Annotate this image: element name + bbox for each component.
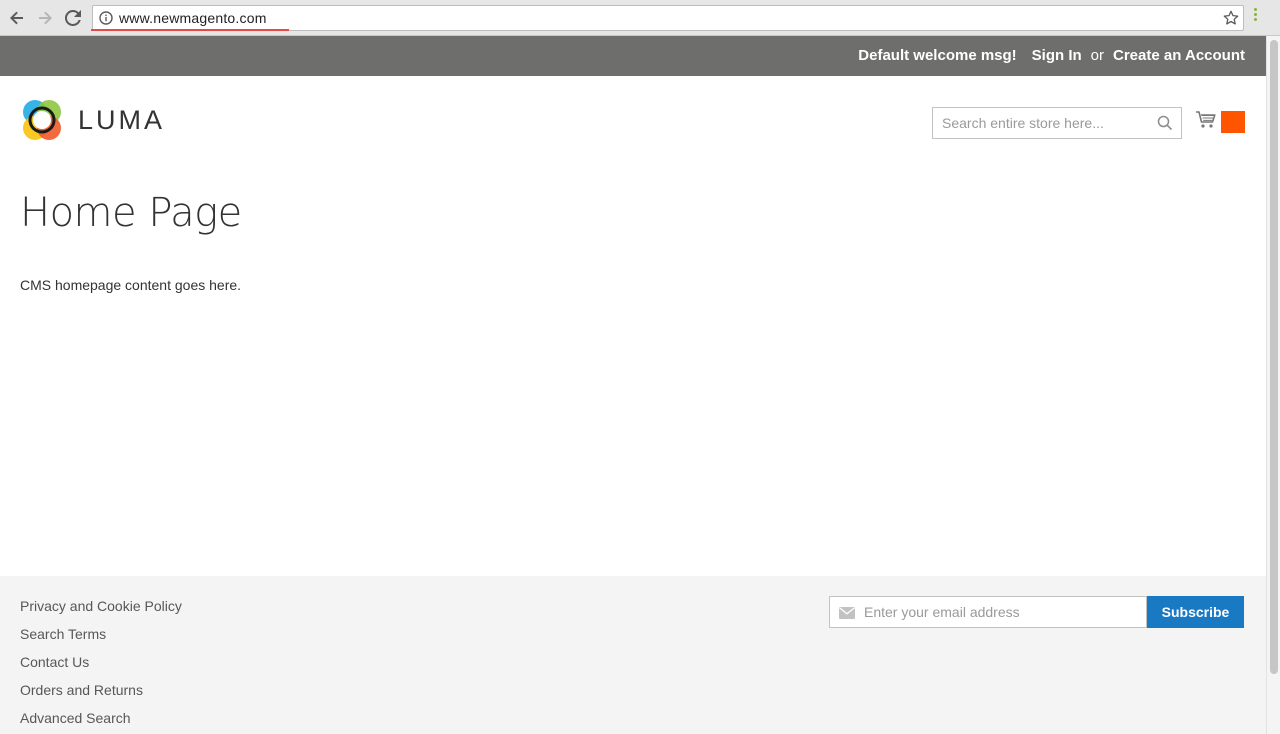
footer-link-privacy[interactable]: Privacy and Cookie Policy [20, 598, 182, 626]
back-arrow-icon [10, 11, 23, 25]
address-bar[interactable]: www.newmagento.com [91, 5, 1244, 31]
back-button[interactable] [5, 6, 29, 30]
or-separator: or [1090, 47, 1105, 64]
info-icon[interactable] [99, 11, 113, 25]
footer-link-advanced-search[interactable]: Advanced Search [20, 710, 182, 734]
subscribe-button[interactable]: Subscribe [1147, 596, 1244, 628]
star-icon[interactable] [1223, 10, 1239, 26]
reload-button[interactable] [61, 6, 85, 30]
search-box [932, 107, 1182, 139]
search-icon[interactable] [1157, 115, 1173, 131]
forward-button[interactable] [33, 6, 57, 30]
envelope-icon [839, 607, 855, 619]
shopping-cart-icon[interactable] [1195, 109, 1217, 131]
cms-content: CMS homepage content goes here. [20, 277, 242, 293]
footer-link-orders-returns[interactable]: Orders and Returns [20, 682, 182, 710]
page-title: Home Page [20, 190, 242, 236]
page-footer: Privacy and Cookie Policy Search Terms C… [0, 576, 1266, 734]
newsletter-email-input[interactable] [864, 597, 1144, 627]
url-text[interactable]: www.newmagento.com [119, 10, 267, 26]
luma-logo-icon [23, 100, 61, 140]
create-account-link[interactable]: Create an Account [1113, 47, 1245, 64]
scrollbar-thumb[interactable] [1270, 40, 1278, 674]
footer-link-search-terms[interactable]: Search Terms [20, 626, 182, 654]
cart-counter-badge[interactable] [1221, 111, 1245, 133]
header-links: Default welcome msg! Sign In or Create a… [858, 47, 1245, 64]
sign-in-link[interactable]: Sign In [1032, 47, 1082, 64]
menu-kebab-icon[interactable] [1252, 8, 1258, 28]
footer-link-contact[interactable]: Contact Us [20, 654, 182, 682]
footer-links: Privacy and Cookie Policy Search Terms C… [20, 598, 182, 734]
forward-arrow-icon [39, 11, 52, 25]
url-underline [91, 29, 289, 31]
newsletter-field [829, 596, 1147, 628]
vertical-scrollbar[interactable] [1266, 36, 1280, 734]
welcome-message: Default welcome msg! [858, 47, 1017, 64]
luma-logo[interactable]: LUMA [20, 98, 165, 142]
search-input[interactable] [933, 108, 1155, 138]
browser-toolbar: www.newmagento.com [0, 0, 1280, 36]
reload-icon [65, 10, 81, 26]
panel-header: Default welcome msg! Sign In or Create a… [0, 36, 1266, 76]
logo-text: LUMA [78, 104, 166, 135]
page-viewport: Default welcome msg! Sign In or Create a… [0, 36, 1266, 734]
newsletter-form: Subscribe [829, 596, 1244, 628]
